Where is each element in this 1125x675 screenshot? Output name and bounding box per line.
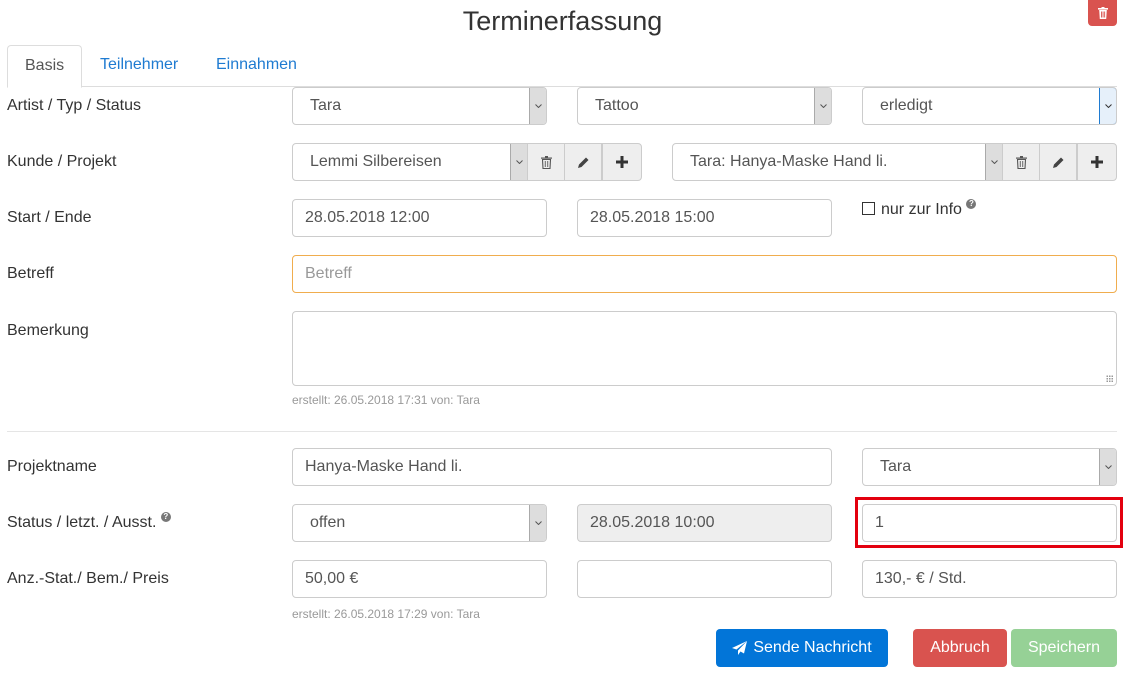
cancel-button[interactable]: Abbruch — [913, 629, 1007, 667]
type-select-value: Tattoo — [595, 97, 639, 114]
info-only-checkbox[interactable] — [862, 202, 875, 215]
add-customer-button[interactable] — [602, 143, 642, 181]
project-input-group: Tara: Hanya-Maske Hand li. — [672, 143, 1117, 181]
trash-icon — [1015, 155, 1027, 169]
project-artist-value: Tara — [880, 458, 912, 475]
project-select-value: Tara: Hanya-Maske Hand li. — [690, 153, 888, 170]
send-message-button[interactable]: Sende Nachricht — [716, 629, 888, 667]
subject-input[interactable]: Betreff — [292, 255, 1117, 293]
project-remark-input[interactable] — [577, 560, 832, 598]
remark-label: Bemerkung — [7, 322, 89, 339]
section-divider — [7, 431, 1117, 432]
add-project-button[interactable] — [1077, 143, 1117, 181]
outstanding-input[interactable]: 1 — [862, 504, 1117, 542]
chevron-down-icon — [529, 505, 546, 541]
tab-basis[interactable]: Basis — [7, 45, 83, 88]
last-appointment-input: 28.05.2018 10:00 — [577, 504, 832, 542]
paper-plane-icon — [732, 641, 748, 655]
remark-textarea[interactable] — [292, 311, 1117, 386]
project-name-input[interactable]: Hanya-Maske Hand li. — [292, 448, 832, 486]
info-only-checkbox-group: nur zur Info ? — [862, 199, 977, 219]
start-datetime-input[interactable]: 28.05.2018 12:00 — [292, 199, 547, 237]
tab-bar: Basis Teilnehmer Einnahmen — [7, 45, 1117, 88]
chevron-down-icon — [510, 144, 527, 180]
edit-customer-button[interactable] — [564, 143, 602, 181]
start-end-label: Start / Ende — [7, 209, 92, 226]
project-status-value: offen — [310, 514, 346, 531]
project-status-select[interactable]: offen — [292, 504, 547, 542]
edit-project-button[interactable] — [1039, 143, 1077, 181]
project-select[interactable]: Tara: Hanya-Maske Hand li. — [672, 143, 1003, 181]
pencil-icon — [1052, 157, 1063, 168]
trash-icon — [540, 155, 552, 169]
subject-placeholder: Betreff — [305, 265, 352, 282]
deposit-price-label: Anz.-Stat./ Bem./ Preis — [7, 570, 169, 587]
artist-type-status-label: Artist / Typ / Status — [7, 97, 141, 114]
plus-icon — [616, 156, 628, 168]
status-select-value: erledigt — [880, 97, 933, 114]
status-select[interactable]: erledigt — [862, 87, 1117, 125]
tab-teilnehmer[interactable]: Teilnehmer — [83, 45, 195, 87]
chevron-down-icon — [814, 88, 831, 124]
project-created-meta: erstellt: 26.05.2018 17:29 von: Tara — [292, 607, 480, 621]
plus-icon — [1091, 156, 1103, 168]
project-artist-select[interactable]: Tara — [862, 448, 1117, 486]
delete-appointment-button[interactable] — [1088, 0, 1117, 26]
chevron-down-icon — [1099, 449, 1116, 485]
type-select[interactable]: Tattoo — [577, 87, 832, 125]
send-message-label: Sende Nachricht — [753, 639, 872, 656]
tab-einnahmen[interactable]: Einnahmen — [199, 45, 314, 87]
price-input[interactable]: 130,- € / Std. — [862, 560, 1117, 598]
delete-project-button[interactable] — [1002, 143, 1040, 181]
subject-label: Betreff — [7, 265, 54, 282]
customer-input-group: Lemmi Silbereisen — [292, 143, 642, 181]
artist-select[interactable]: Tara — [292, 87, 547, 125]
artist-select-value: Tara — [310, 97, 342, 114]
project-status-label: Status / letzt. / Ausst. — [7, 514, 157, 531]
project-status-label-group: Status / letzt. / Ausst. ? — [7, 512, 171, 532]
trash-icon — [1097, 7, 1108, 19]
chevron-down-icon — [1099, 88, 1116, 124]
customer-select[interactable]: Lemmi Silbereisen — [292, 143, 528, 181]
chevron-down-icon — [985, 144, 1002, 180]
resize-handle-icon[interactable] — [1106, 375, 1113, 382]
question-circle-icon[interactable]: ? — [160, 512, 171, 522]
deposit-input[interactable]: 50,00 € — [292, 560, 547, 598]
end-datetime-input[interactable]: 28.05.2018 15:00 — [577, 199, 832, 237]
customer-select-value: Lemmi Silbereisen — [310, 153, 442, 170]
pencil-icon — [577, 157, 588, 168]
info-only-label: nur zur Info — [881, 201, 962, 218]
project-name-label: Projektname — [7, 458, 97, 475]
appointment-created-meta: erstellt: 26.05.2018 17:31 von: Tara — [292, 393, 480, 407]
chevron-down-icon — [529, 88, 546, 124]
customer-project-label: Kunde / Projekt — [7, 153, 117, 170]
page-title: Terminerfassung — [462, 6, 663, 36]
delete-customer-button[interactable] — [527, 143, 565, 181]
question-circle-icon[interactable]: ? — [966, 199, 977, 209]
save-button[interactable]: Speichern — [1011, 629, 1117, 667]
